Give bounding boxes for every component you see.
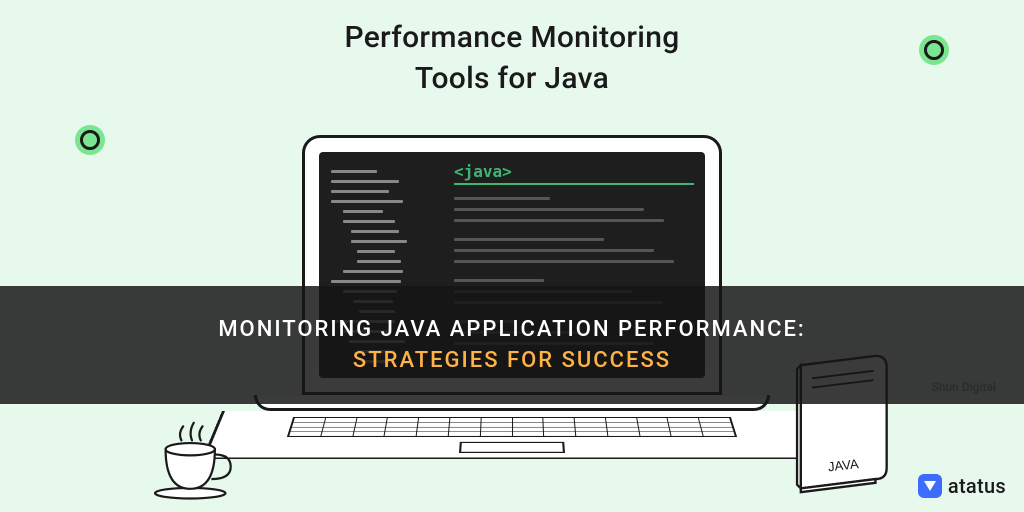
header-line2: Tools for Java [0, 59, 1024, 100]
title-overlay: MONITORING JAVA APPLICATION PERFORMANCE:… [0, 286, 1024, 404]
page-title: Performance Monitoring Tools for Java [0, 0, 1024, 99]
brand-name: atatus [948, 474, 1006, 498]
overlay-line1: MONITORING JAVA APPLICATION PERFORMANCE: [218, 317, 805, 342]
coffee-cup-icon [148, 414, 236, 502]
keyboard-icon [287, 417, 737, 437]
laptop-base [202, 411, 822, 459]
divider-line [454, 183, 694, 185]
brand-logo-icon [918, 474, 942, 498]
overlay-line2: STRATEGIES FOR SUCCESS [353, 348, 671, 373]
header-line1: Performance Monitoring [0, 18, 1024, 59]
trackpad-icon [459, 442, 565, 453]
decorative-dot-left [80, 130, 100, 150]
java-tag-label: <java> [454, 162, 684, 181]
brand-badge: atatus [918, 474, 1006, 498]
watermark-text: Shun Digital [931, 380, 996, 394]
decorative-dot-right [924, 40, 944, 60]
